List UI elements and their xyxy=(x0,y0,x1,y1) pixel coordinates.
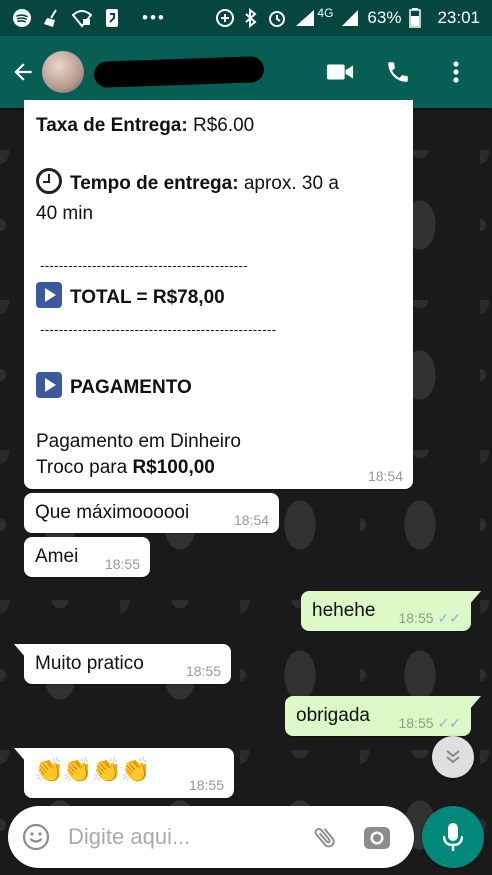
bluetooth-icon xyxy=(245,8,257,28)
wifi-lock-icon xyxy=(72,10,92,28)
broom-icon xyxy=(44,9,57,27)
message-outgoing[interactable]: obrigada 18:55 ✓✓ xyxy=(285,696,481,736)
delivery-fee-label: Taxa de Entrega: xyxy=(36,115,188,136)
change-line: Troco para R$100,00 xyxy=(36,454,215,481)
change-label: Troco para xyxy=(36,457,133,478)
message-time: 18:55 ✓✓ xyxy=(398,611,461,625)
status-bar: ••• 4G 63% 23:01 xyxy=(0,0,492,36)
divider-2: ----------------------------------------… xyxy=(40,322,277,337)
phone-icon xyxy=(388,62,408,82)
clock: 23:01 xyxy=(437,8,480,27)
delivery-time-value-2: 40 min xyxy=(36,203,94,224)
payment-method: Pagamento em Dinheiro xyxy=(36,431,241,452)
read-ticks-icon: ✓✓ xyxy=(437,610,461,626)
change-value: R$100,00 xyxy=(132,457,215,478)
message-time: 18:54 xyxy=(367,468,403,484)
message-incoming[interactable]: 👏👏👏👏 18:55 xyxy=(14,748,234,798)
play-button-emoji-icon-2 xyxy=(36,372,62,398)
more-notifications-icon: ••• xyxy=(142,8,166,27)
clock-emoji-icon xyxy=(36,168,62,194)
message-time: 18:55 xyxy=(188,777,224,793)
payment-title: PAGAMENTO xyxy=(70,377,192,398)
data-saver-icon xyxy=(216,9,235,27)
scroll-to-bottom-button[interactable] xyxy=(432,736,474,778)
message-incoming[interactable]: Muito pratico 18:55 xyxy=(14,644,231,684)
message-incoming[interactable]: Que máximoooooi 18:54 xyxy=(24,493,279,533)
double-chevron-down-icon xyxy=(446,750,460,764)
payment-title-line: PAGAMENTO xyxy=(36,372,192,401)
message-text: Amei xyxy=(35,546,79,567)
delivery-time-line: Tempo de entrega: aprox. 30 a xyxy=(36,168,339,197)
bubble-tail xyxy=(14,748,26,762)
menu-button[interactable] xyxy=(442,58,470,86)
bubble-tail xyxy=(469,696,481,710)
camera-icon xyxy=(364,827,390,849)
back-arrow-icon[interactable] xyxy=(6,59,40,85)
message-time: 18:55 xyxy=(104,556,140,572)
total-line: TOTAL = R$78,00 xyxy=(36,282,225,311)
message-outgoing[interactable]: hehehe 18:55 ✓✓ xyxy=(301,591,481,631)
message-time: 18:54 xyxy=(233,512,269,528)
message-text: hehehe xyxy=(312,600,376,621)
message-text: obrigada xyxy=(296,705,370,726)
message-input[interactable] xyxy=(66,823,300,851)
spotify-icon xyxy=(13,9,31,27)
read-ticks-icon: ✓✓ xyxy=(437,715,461,731)
bubble-tail xyxy=(14,644,26,658)
signal-icon xyxy=(296,10,315,26)
delivery-time-label: Tempo de entrega: xyxy=(70,173,239,194)
contact-name[interactable] xyxy=(93,56,265,88)
voice-call-button[interactable] xyxy=(384,58,412,86)
delivery-time-value-1: aprox. 30 a xyxy=(238,173,339,194)
battery-percent: 63% xyxy=(367,8,402,27)
network-type: 4G xyxy=(317,6,334,20)
delivery-fee-value: R$6.00 xyxy=(187,115,255,136)
attach-button[interactable] xyxy=(310,822,340,852)
phone-app-icon xyxy=(106,9,118,27)
paperclip-icon xyxy=(314,827,335,848)
emoji-icon[interactable] xyxy=(22,823,50,851)
camera-button[interactable] xyxy=(362,822,392,852)
microphone-icon xyxy=(443,823,463,851)
message-time-value: 18:55 xyxy=(398,610,434,626)
video-call-button[interactable] xyxy=(326,58,354,86)
order-summary-message[interactable]: Taxa de Entrega: R$6.00 Tempo de entrega… xyxy=(24,100,413,489)
message-time: 18:55 xyxy=(185,663,221,679)
divider-1: ----------------------------------------… xyxy=(40,258,249,273)
delivery-fee-line: Taxa de Entrega: R$6.00 xyxy=(36,112,254,139)
avatar[interactable] xyxy=(42,51,84,93)
alarm-icon xyxy=(269,11,286,27)
message-composer xyxy=(8,806,414,868)
message-incoming[interactable]: Amei 18:55 xyxy=(24,537,150,577)
signal-icon-2 xyxy=(342,10,359,26)
clapping-hands-emoji: 👏👏👏👏 xyxy=(34,757,151,784)
voice-message-button[interactable] xyxy=(422,806,484,868)
message-time-value: 18:55 xyxy=(398,715,434,731)
battery-icon xyxy=(409,8,422,28)
chat-header xyxy=(0,36,492,108)
video-call-icon xyxy=(326,64,354,80)
play-button-emoji-icon xyxy=(36,282,62,308)
total-value: TOTAL = R$78,00 xyxy=(70,287,225,308)
message-text: Muito pratico xyxy=(35,653,144,674)
message-time: 18:55 ✓✓ xyxy=(398,716,461,730)
bubble-tail xyxy=(469,591,481,605)
menu-dots-icon xyxy=(453,61,459,83)
message-text: Que máximoooooi xyxy=(35,502,190,523)
